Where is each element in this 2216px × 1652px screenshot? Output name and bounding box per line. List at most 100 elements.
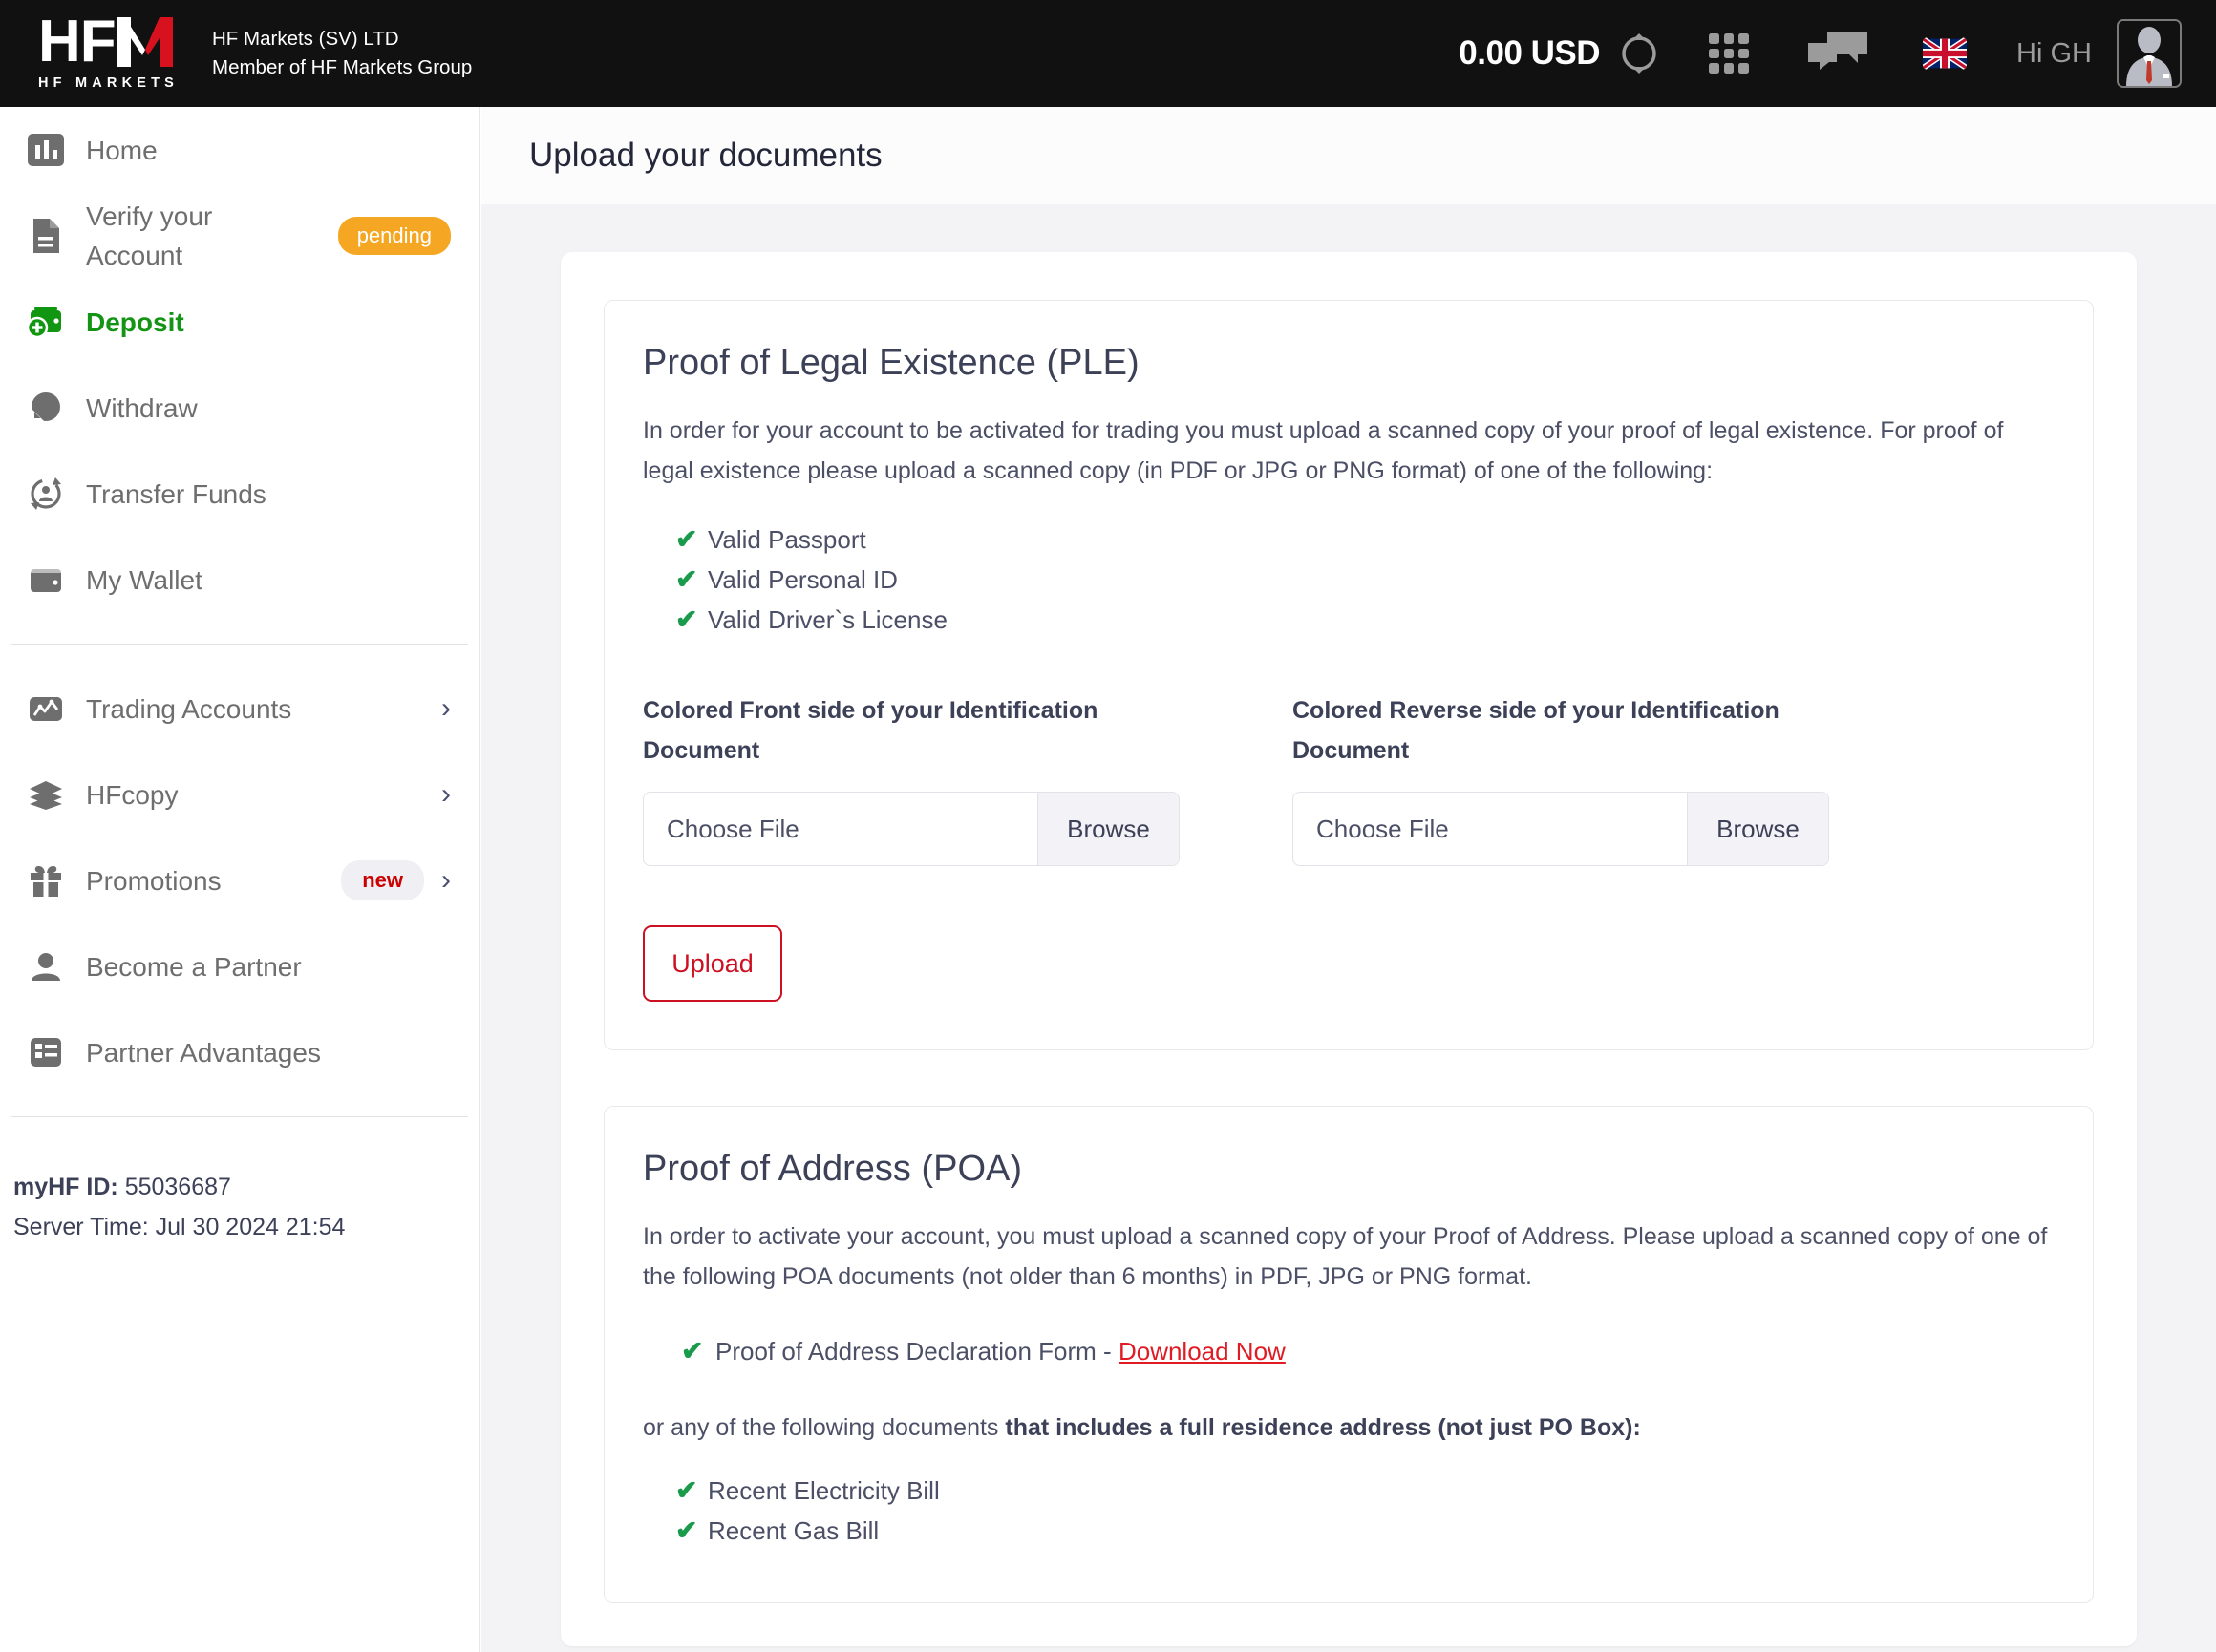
sidebar-item-promotions[interactable]: Promotions new › (0, 837, 479, 923)
poa-or-line-plain: or any of the following documents (643, 1414, 1006, 1441)
ple-description: In order for your account to be activate… (643, 417, 2004, 484)
document-icon (17, 216, 75, 256)
list-item: ✔ Recent Gas Bill (675, 1514, 2055, 1546)
sidebar-item-verify-your-account[interactable]: Verify your Account pending (0, 193, 479, 279)
chevron-right-icon[interactable]: › (441, 864, 451, 897)
user-greeting[interactable]: Hi GH (2016, 38, 2092, 70)
ple-reverse-browse-button[interactable]: Browse (1687, 793, 1828, 865)
list-item-label: Valid Personal ID (708, 565, 898, 594)
sidebar-item-label: My Wallet (86, 564, 202, 595)
poa-panel: Proof of Address (POA) In order to activ… (604, 1106, 2094, 1603)
sidebar-item-withdraw[interactable]: Withdraw (0, 365, 479, 451)
poa-declaration-label: Proof of Address Declaration Form - (715, 1337, 1119, 1366)
list-item-label: Valid Driver`s License (708, 605, 948, 634)
sidebar-item-become-a-partner[interactable]: Become a Partner (0, 923, 479, 1009)
ple-reverse-file-input[interactable]: Choose File Browse (1292, 792, 1829, 866)
uk-flag-icon[interactable] (1923, 37, 1968, 70)
chart-bars-icon (17, 130, 75, 170)
ple-front-file-placeholder[interactable]: Choose File (644, 793, 1037, 865)
ple-panel: Proof of Legal Existence (PLE) In order … (604, 300, 2094, 1050)
check-icon: ✔ (675, 1475, 698, 1505)
transfer-funds-icon (17, 474, 75, 514)
sidebar-item-partner-advantages[interactable]: Partner Advantages (0, 1009, 479, 1095)
list-icon (17, 1032, 75, 1072)
ple-reverse-file-placeholder[interactable]: Choose File (1293, 793, 1687, 865)
top-bar: HF HF MARKETS HF Markets (SV) LTD Member… (0, 0, 2216, 107)
list-item: ✔ Valid Passport (675, 523, 2055, 555)
poa-title: Proof of Address (POA) (643, 1149, 1023, 1189)
list-item: ✔ Recent Electricity Bill (675, 1474, 2055, 1506)
sidebar-item-label: Home (86, 135, 158, 165)
myhf-id-value: 55036687 (124, 1174, 231, 1200)
sidebar-footer: myHF ID: 55036687 Server Time: Jul 30 20… (0, 1138, 479, 1247)
sidebar-item-deposit[interactable]: Deposit (0, 279, 479, 365)
main-content: Upload your documents Proof of Legal Exi… (481, 107, 2216, 1652)
list-item-label: Valid Passport (708, 525, 866, 554)
poa-or-line: or any of the following documents that i… (643, 1414, 2055, 1442)
content-scroll-area[interactable]: Proof of Legal Existence (PLE) In order … (481, 204, 2216, 1646)
sidebar-item-label: Trading Accounts (86, 693, 292, 724)
status-badge: pending (337, 217, 451, 255)
sidebar-item-my-wallet[interactable]: My Wallet (0, 537, 479, 623)
list-item: ✔ Valid Driver`s License (675, 604, 2055, 635)
check-icon: ✔ (675, 1515, 698, 1545)
list-item-label: Recent Gas Bill (708, 1516, 880, 1545)
ple-upload-button[interactable]: Upload (643, 925, 782, 1002)
sidebar-item-label: HFcopy (86, 779, 179, 810)
poa-declaration-row: ✔ Proof of Address Declaration Form - Do… (681, 1335, 2055, 1366)
person-icon (17, 946, 75, 986)
page-title-band: Upload your documents (481, 107, 2216, 204)
chevron-right-icon[interactable]: › (441, 778, 451, 811)
ple-front-field-group: Colored Front side of your Identificatio… (643, 690, 1180, 866)
check-icon: ✔ (675, 604, 698, 634)
sidebar: Home Verify your Account pending Deposit… (0, 107, 480, 1652)
sidebar-divider (11, 644, 468, 645)
list-item: ✔ Valid Personal ID (675, 563, 2055, 595)
sidebar-divider-bottom (11, 1116, 468, 1117)
company-line-1: HF Markets (SV) LTD (212, 28, 399, 50)
page-title: Upload your documents (529, 137, 883, 174)
sidebar-item-home[interactable]: Home (0, 107, 479, 193)
new-badge: new (341, 860, 424, 900)
list-item-label: Recent Electricity Bill (708, 1476, 940, 1505)
hfm-logo-mark: HF HF MARKETS (38, 8, 191, 91)
ple-accepted-documents-list: ✔ Valid Passport ✔ Valid Personal ID ✔ V… (675, 523, 2055, 635)
company-line-2: Member of HF Markets Group (212, 56, 473, 78)
sidebar-item-transfer-funds[interactable]: Transfer Funds (0, 451, 479, 537)
sidebar-item-label: Deposit (86, 307, 184, 337)
wallet-icon (17, 560, 75, 600)
sidebar-item-label: Withdraw (86, 392, 198, 423)
brand-logo[interactable]: HF HF MARKETS HF Markets (SV) LTD Member… (0, 8, 472, 91)
check-icon: ✔ (681, 1336, 704, 1366)
check-icon: ✔ (675, 524, 698, 554)
chat-bubbles-icon[interactable] (1808, 32, 1868, 75)
myhf-id-label: myHF ID: (13, 1174, 118, 1200)
layers-icon (17, 774, 75, 815)
sidebar-item-label: Partner Advantages (86, 1037, 321, 1068)
apps-grid-icon[interactable] (1709, 33, 1750, 74)
poa-declaration-text: Proof of Address Declaration Form - Down… (715, 1337, 1286, 1366)
withdraw-pie-icon (17, 388, 75, 428)
logo-letters: HF (38, 8, 117, 74)
sidebar-item-label: Verify your Account (86, 201, 213, 270)
ple-front-label: Colored Front side of your Identificatio… (643, 697, 1098, 764)
check-icon: ✔ (675, 564, 698, 594)
sidebar-item-label: Transfer Funds (86, 478, 266, 509)
ple-front-browse-button[interactable]: Browse (1037, 793, 1179, 865)
documents-card: Proof of Legal Existence (PLE) In order … (561, 252, 2137, 1646)
logo-subtext: HF MARKETS (38, 74, 180, 91)
gift-icon (17, 860, 75, 900)
ple-front-file-input[interactable]: Choose File Browse (643, 792, 1180, 866)
myhf-id-row: myHF ID: 55036687 (13, 1167, 479, 1207)
sidebar-item-hfcopy[interactable]: HFcopy › (0, 752, 479, 837)
deposit-wallet-icon (17, 302, 75, 342)
download-now-link[interactable]: Download Now (1119, 1337, 1286, 1366)
server-time: Server Time: Jul 30 2024 21:54 (13, 1214, 346, 1240)
sidebar-item-label: Promotions (86, 865, 222, 896)
refresh-icon[interactable] (1617, 32, 1661, 75)
company-name: HF Markets (SV) LTD Member of HF Markets… (212, 25, 472, 82)
poa-documents-list: ✔ Recent Electricity Bill ✔ Recent Gas B… (675, 1474, 2055, 1546)
user-avatar-icon[interactable] (2117, 19, 2182, 88)
sidebar-item-trading-accounts[interactable]: Trading Accounts › (0, 666, 479, 752)
chevron-right-icon[interactable]: › (441, 692, 451, 725)
